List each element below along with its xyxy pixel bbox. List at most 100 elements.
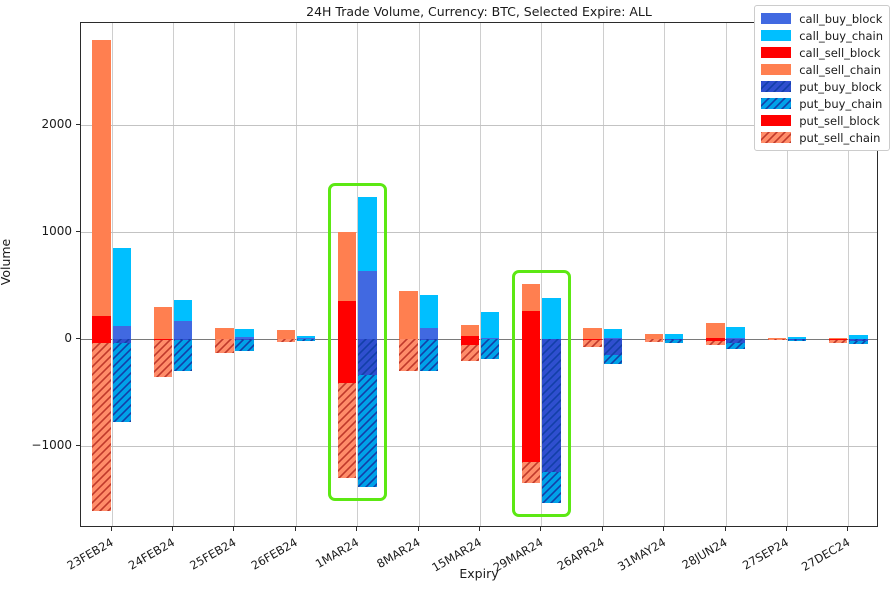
legend-label: put_sell_block [799,113,880,128]
gridline-vertical [234,23,236,526]
y-tick-label: 2000 [41,117,72,132]
bar-segment [235,339,254,351]
bar-segment [337,231,357,301]
gridline-vertical [295,23,297,526]
x-tick-mark [233,527,235,531]
legend-item-call-sell-chain[interactable]: call_sell_chain [761,61,883,78]
bar-segment [419,327,438,340]
gridline-vertical [173,23,175,526]
bar-segment [112,326,132,339]
bar-hatch [849,341,868,345]
bar-segment [583,328,602,340]
bar-segment [460,324,480,337]
bar-segment [173,340,193,372]
x-tick-mark [601,527,603,531]
bar-hatch [522,461,541,484]
bar-segment [276,330,295,339]
bar-hatch [542,471,561,503]
bar-segment [603,329,623,338]
legend-swatch-icon [761,98,792,109]
x-tick-mark [663,527,665,531]
legend-swatch-icon [761,132,792,143]
bar-hatch [112,342,132,423]
bar-hatch [583,340,602,347]
legend-item-put-buy-chain[interactable]: put_buy_chain [761,95,883,112]
chart-legend[interactable]: call_buy_block call_buy_chain call_sell_bl… [754,5,890,151]
x-tick-mark [540,527,542,531]
x-tick-mark [417,527,419,531]
bar-segment [153,339,173,378]
bar-hatch [726,343,745,350]
bar-segment [460,344,480,361]
bar-hatch [665,339,684,344]
bar-hatch [787,339,807,341]
legend-swatch-hatch [761,81,792,92]
bar-segment [235,328,254,337]
legend-label: call_buy_block [799,11,883,26]
legend-swatch-icon [761,81,792,92]
y-tick-label: 1000 [41,224,72,239]
legend-item-call-buy-block[interactable]: call_buy_block [761,10,883,27]
bar-segment [112,342,132,423]
legend-item-put-sell-block[interactable]: put_sell_block [761,112,883,129]
legend-swatch-icon [761,115,792,126]
legend-label: put_buy_chain [799,96,883,111]
legend-item-put-buy-block[interactable]: put_buy_block [761,78,883,95]
gridline-vertical [725,23,727,526]
x-tick-mark [294,527,296,531]
bar-segment [215,339,234,354]
bar-hatch [399,339,418,372]
gridline-vertical [664,23,666,526]
legend-swatch-hatch [761,132,792,143]
bar-segment [337,383,357,479]
bar-segment [542,297,561,339]
bar-segment [542,339,561,472]
bar-hatch [542,339,561,472]
bar-segment [337,339,357,384]
bar-segment [726,327,745,339]
bar-hatch [419,339,438,371]
bar-segment [358,197,377,271]
bar-segment [828,339,848,344]
bar-hatch [460,344,480,361]
bar-segment [358,339,377,376]
legend-item-call-buy-chain[interactable]: call_buy_chain [761,27,883,44]
bar-hatch [603,339,623,356]
legend-item-call-sell-block[interactable]: call_sell_block [761,44,883,61]
x-tick-mark [479,527,480,531]
bar-segment [480,311,500,338]
legend-label: put_buy_block [799,79,882,94]
x-tick-mark [724,527,726,531]
bar-segment [522,310,541,339]
legend-swatch-icon [761,13,792,24]
y-tick-label: 0 [64,331,72,346]
legend-swatch-icon [761,30,792,41]
legend-label: put_sell_chain [799,130,881,145]
bar-hatch [828,339,848,344]
bar-hatch [358,375,377,488]
bar-hatch [603,355,623,364]
bar-segment [399,339,418,372]
gridline-horizontal [81,445,877,447]
bar-segment [522,461,541,484]
legend-item-put-sell-chain[interactable]: put_sell_chain [761,129,883,146]
bar-hatch [358,339,377,376]
legend-label: call_sell_block [799,45,881,60]
gridline-horizontal [81,232,877,234]
bar-hatch [235,339,254,351]
bar-segment [419,339,438,371]
bar-segment [419,294,438,328]
bar-hatch [337,383,357,479]
legend-swatch-icon [761,64,792,75]
bar-hatch [767,339,786,341]
bar-segment [153,306,173,339]
bar-hatch [706,340,725,345]
bar-segment [767,339,786,341]
bar-segment [583,340,602,347]
bar-hatch [276,339,295,343]
bar-segment [644,333,664,339]
bar-segment [358,270,377,340]
bar-hatch [296,339,316,342]
bar-segment [542,471,561,503]
bar-segment [849,341,868,345]
